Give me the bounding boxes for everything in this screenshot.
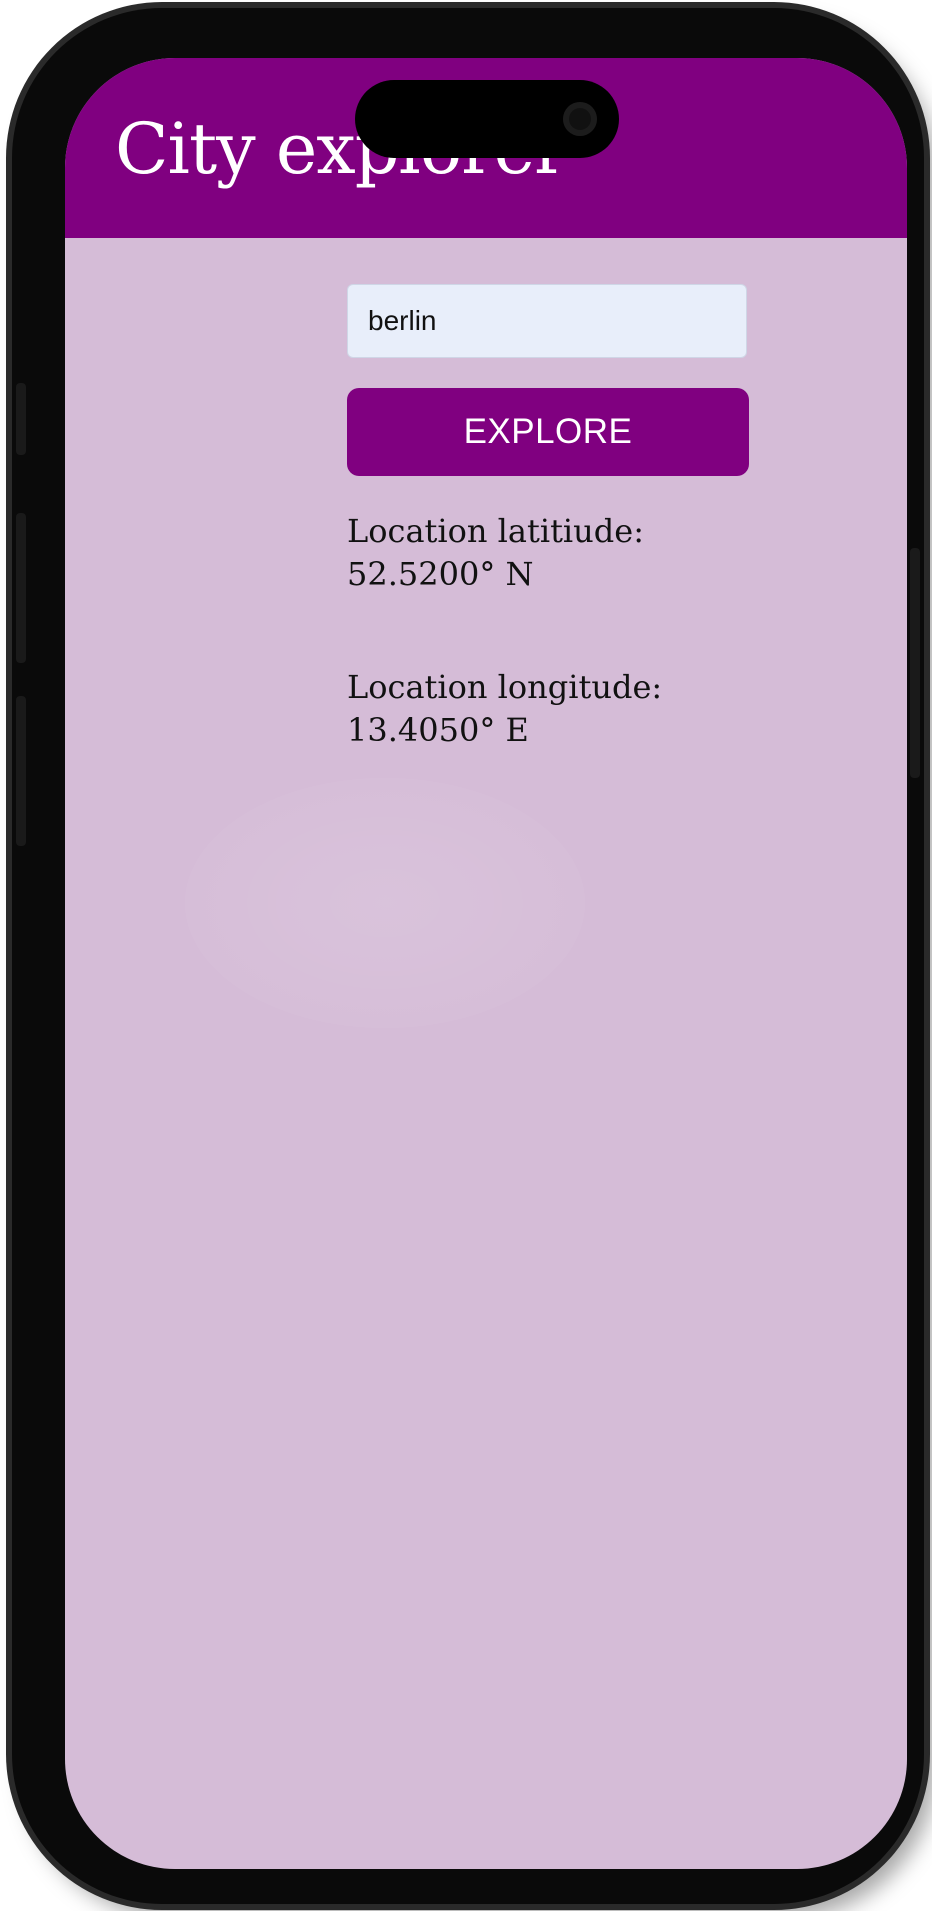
city-search-input[interactable] [347, 284, 747, 358]
app-screen: City explorer EXPLORE Location latitiude… [65, 58, 907, 1869]
longitude-value: 13.4050° E [347, 711, 529, 749]
phone-frame: City explorer EXPLORE Location latitiude… [12, 8, 924, 1904]
longitude-block: Location longitude: 13.4050° E [347, 666, 749, 752]
action-button [16, 383, 26, 455]
main-content: EXPLORE Location latitiude: 52.5200° N L… [347, 284, 749, 752]
explore-button[interactable]: EXPLORE [347, 388, 749, 476]
latitude-value: 52.5200° N [347, 555, 534, 593]
longitude-label: Location longitude: [347, 668, 663, 706]
latitude-label: Location latitiude: [347, 512, 644, 550]
location-info: Location latitiude: 52.5200° N Location … [347, 510, 749, 752]
volume-up-button [16, 513, 26, 663]
dynamic-island [355, 80, 619, 158]
power-button [910, 548, 920, 778]
screen-glare [185, 778, 585, 1028]
camera-icon [563, 102, 597, 136]
volume-down-button [16, 696, 26, 846]
latitude-block: Location latitiude: 52.5200° N [347, 510, 749, 596]
